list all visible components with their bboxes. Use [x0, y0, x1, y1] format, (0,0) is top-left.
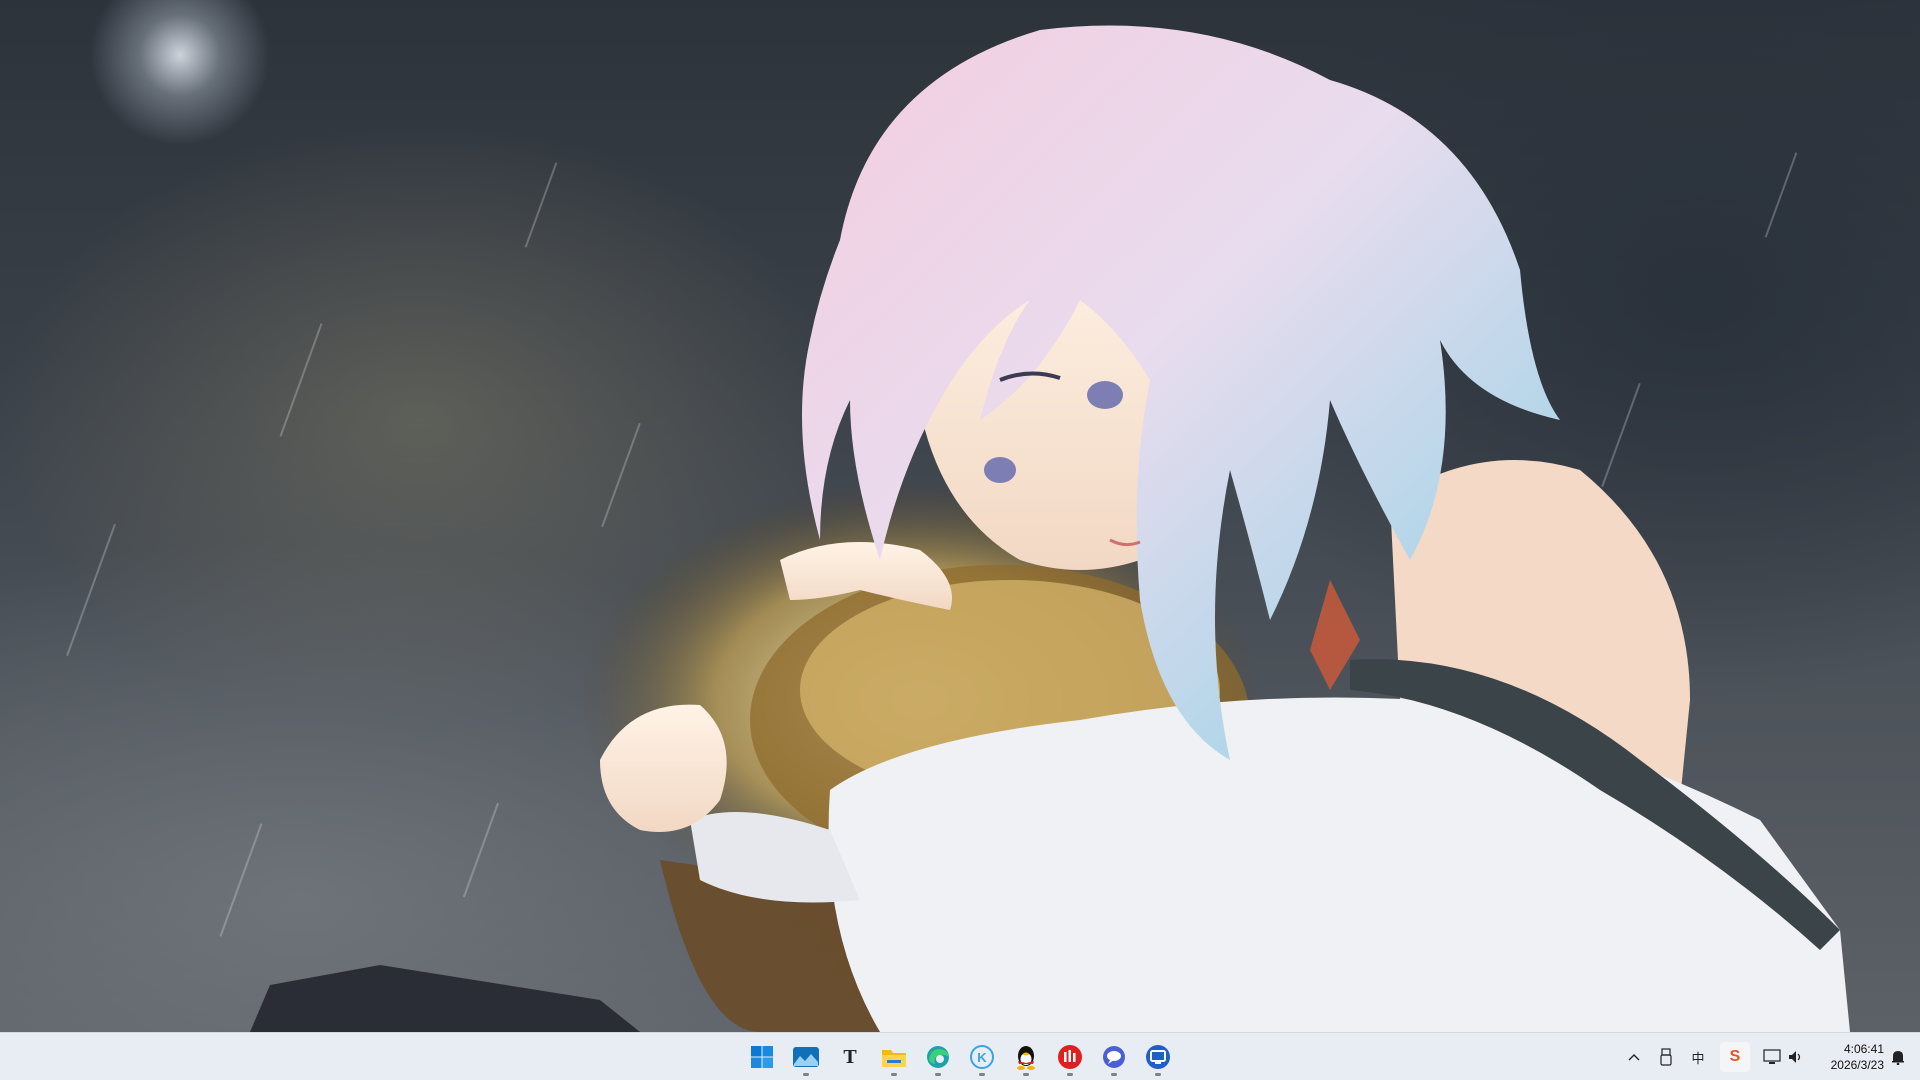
network-icon — [1763, 1049, 1781, 1064]
folder-icon — [882, 1050, 906, 1067]
notification-bell-icon — [1892, 1051, 1904, 1065]
typora-app[interactable]: T — [830, 1037, 870, 1077]
clock-time: 4:06:41 — [1843, 1042, 1884, 1056]
chat-app[interactable] — [1094, 1037, 1134, 1077]
qq-penguin-icon — [1017, 1046, 1035, 1070]
qq-app[interactable] — [1006, 1037, 1046, 1077]
sogou-input-button[interactable]: S — [1720, 1042, 1750, 1072]
music-app-icon — [1058, 1045, 1082, 1069]
chevron-up-icon — [1628, 1054, 1640, 1061]
remote-desktop-icon — [1146, 1045, 1170, 1069]
running-indicator — [803, 1073, 809, 1076]
chat-bubble-icon — [1103, 1046, 1125, 1068]
file-explorer-app[interactable] — [874, 1037, 914, 1077]
running-indicator — [935, 1073, 941, 1076]
remote-desktop-app[interactable] — [1138, 1037, 1178, 1077]
sogou-icon: S — [1729, 1048, 1741, 1065]
windows-start-button[interactable] — [742, 1037, 782, 1077]
running-indicator — [1023, 1073, 1029, 1076]
k-app-icon: K — [970, 1045, 994, 1069]
anime-girl-illustration — [250, 25, 1850, 1032]
running-indicator — [891, 1073, 897, 1076]
running-indicator — [1111, 1073, 1117, 1076]
windows-logo-icon — [751, 1046, 773, 1068]
running-indicator — [979, 1073, 985, 1076]
taskbar: T K 中 S 4:06:41 2026/3/23 — [0, 1032, 1920, 1080]
kuaishou-app[interactable]: K — [962, 1037, 1002, 1077]
usb-device-button[interactable] — [1654, 1045, 1678, 1069]
widgets-button[interactable] — [786, 1037, 826, 1077]
netease-music-app[interactable] — [1050, 1037, 1090, 1077]
show-hidden-icons-button[interactable] — [1622, 1045, 1646, 1069]
edge-browser-app[interactable] — [918, 1037, 958, 1077]
weather-widget-icon — [793, 1047, 819, 1067]
clock-date: 2026/3/23 — [1830, 1058, 1884, 1072]
running-indicator — [1155, 1073, 1161, 1076]
edge-icon — [927, 1046, 949, 1068]
volume-button[interactable] — [1784, 1045, 1808, 1069]
network-button[interactable] — [1760, 1045, 1784, 1069]
usb-icon — [1660, 1048, 1672, 1066]
ime-indicator[interactable]: 中 — [1686, 1045, 1710, 1069]
desktop-wallpaper — [0, 0, 1920, 1032]
notification-center-button[interactable] — [1886, 1045, 1910, 1069]
ime-language-label: 中 — [1691, 1050, 1705, 1066]
typora-icon: T — [843, 1045, 857, 1068]
system-clock[interactable]: 4:06:41 2026/3/23 — [1810, 1041, 1884, 1073]
running-indicator — [1067, 1073, 1073, 1076]
volume-icon — [1789, 1051, 1801, 1063]
